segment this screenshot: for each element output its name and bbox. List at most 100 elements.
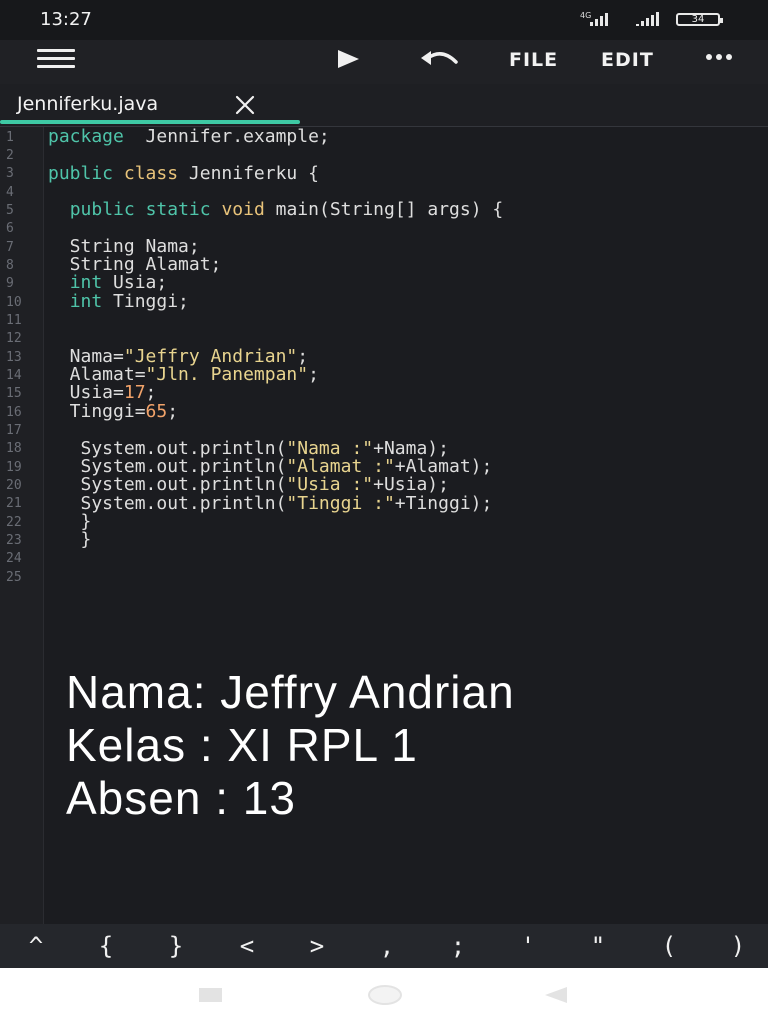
status-bar: 13:27 4G 34	[0, 0, 768, 40]
back-icon[interactable]	[545, 987, 567, 1003]
more-icon[interactable]	[706, 54, 732, 60]
code-token: 65	[145, 401, 168, 422]
undo-icon[interactable]	[418, 46, 462, 76]
line-number: 13	[6, 350, 22, 365]
code-token: main(String[] args) {	[264, 199, 504, 220]
line-number: 20	[6, 478, 22, 493]
code-line[interactable]: int Usia;	[48, 272, 168, 293]
line-number: 4	[6, 185, 14, 200]
symbol-key-double-quote[interactable]: "	[568, 930, 628, 962]
line-number: 18	[6, 441, 22, 456]
code-token: ;	[308, 364, 319, 385]
code-token: public	[69, 199, 135, 220]
menu-icon[interactable]	[37, 49, 75, 71]
home-icon[interactable]	[368, 985, 402, 1005]
code-line[interactable]: public class Jenniferku {	[48, 163, 319, 184]
code-token: }	[48, 529, 92, 550]
line-number: 15	[6, 386, 22, 401]
battery-icon: 34	[676, 13, 723, 26]
line-number: 5	[6, 203, 14, 218]
code-token: public	[48, 163, 114, 184]
code-token: void	[221, 199, 265, 220]
symbol-key-single-quote[interactable]: '	[498, 930, 558, 962]
code-token: "Usia :"	[286, 474, 374, 495]
signal-icon	[636, 12, 659, 26]
recents-icon[interactable]	[199, 988, 222, 1002]
edit-menu-button[interactable]: EDIT	[601, 49, 654, 71]
line-number: 3	[6, 166, 14, 181]
line-number: 6	[6, 221, 14, 236]
signal-icon	[590, 12, 608, 26]
line-number: 14	[6, 368, 22, 383]
line-number: 12	[6, 331, 22, 346]
code-token: Usia=	[48, 382, 124, 403]
code-token: "Jln. Panempan"	[145, 364, 309, 385]
line-number: 24	[6, 551, 22, 566]
code-token: System.out.println(	[48, 474, 287, 495]
absen-overlay-text: Absen : 13	[66, 772, 296, 824]
status-time: 13:27	[40, 9, 92, 30]
code-token: static	[145, 199, 211, 220]
class-overlay-text: Kelas : XI RPL 1	[66, 719, 418, 771]
code-token: Tinggi;	[102, 291, 189, 312]
line-number: 19	[6, 460, 22, 475]
line-number: 23	[6, 533, 22, 548]
line-number: 10	[6, 295, 22, 310]
line-number: 16	[6, 405, 22, 420]
code-line[interactable]: System.out.println("Usia :"+Usia);	[48, 474, 449, 495]
symbol-key-close-brace[interactable]: }	[146, 930, 206, 962]
line-number: 17	[6, 423, 22, 438]
line-number: 7	[6, 240, 14, 255]
symbol-bar: ^ { } < > , ; ' " ( )	[0, 924, 768, 968]
symbol-key-open-brace[interactable]: {	[76, 930, 136, 962]
symbol-key-caret[interactable]: ^	[6, 930, 66, 962]
line-number: 21	[6, 496, 22, 511]
play-icon[interactable]	[338, 50, 359, 68]
code-line[interactable]: public static void main(String[] args) {	[48, 199, 504, 220]
line-number: 25	[6, 570, 22, 585]
line-number: 8	[6, 258, 14, 273]
code-editor[interactable]: 1 2 3 4 5 6 7 8 9 10 11 12 13 14 15 16 1…	[0, 126, 768, 924]
line-number: 22	[6, 515, 22, 530]
code-token: +Tinggi);	[394, 493, 493, 514]
symbol-key-comma[interactable]: ,	[357, 930, 417, 962]
code-token: ;	[145, 382, 157, 403]
symbol-key-semicolon[interactable]: ;	[428, 930, 488, 962]
close-icon[interactable]	[234, 94, 256, 116]
code-token: Jenniferku {	[178, 163, 319, 184]
code-token: Jennifer.example;	[123, 126, 330, 147]
code-line[interactable]: int Tinggi;	[48, 291, 189, 312]
symbol-key-less-than[interactable]: <	[217, 930, 277, 962]
tab-jenniferku-java[interactable]: Jenniferku.java	[0, 84, 300, 126]
line-number: 11	[6, 313, 22, 328]
code-token: 17	[123, 382, 146, 403]
app-toolbar: FILE EDIT	[0, 40, 768, 84]
code-token: ;	[167, 401, 179, 422]
code-line[interactable]: Usia=17;	[48, 382, 157, 403]
code-token: "Tinggi :"	[286, 493, 395, 514]
symbol-key-close-paren[interactable]: )	[708, 930, 768, 962]
code-token: class	[123, 163, 179, 184]
code-line[interactable]: }	[48, 529, 92, 550]
symbol-key-open-paren[interactable]: (	[639, 930, 699, 962]
code-line[interactable]: Tinggi=65;	[48, 401, 178, 422]
code-token: +Usia);	[373, 474, 449, 495]
symbol-key-greater-than[interactable]: >	[287, 930, 347, 962]
active-tab-indicator	[0, 120, 300, 124]
file-menu-button[interactable]: FILE	[509, 49, 558, 71]
code-token: Usia;	[102, 272, 168, 293]
system-nav-bar	[0, 968, 768, 1024]
code-line[interactable]: package Jennifer.example;	[48, 126, 330, 147]
line-number: 9	[6, 276, 14, 291]
line-number: 1	[6, 130, 14, 145]
code-token: int	[69, 272, 103, 293]
code-token: Tinggi=	[48, 401, 146, 422]
tab-label: Jenniferku.java	[17, 93, 159, 115]
code-token: package	[48, 126, 124, 147]
code-line[interactable]: System.out.println("Tinggi :"+Tinggi);	[48, 493, 493, 514]
